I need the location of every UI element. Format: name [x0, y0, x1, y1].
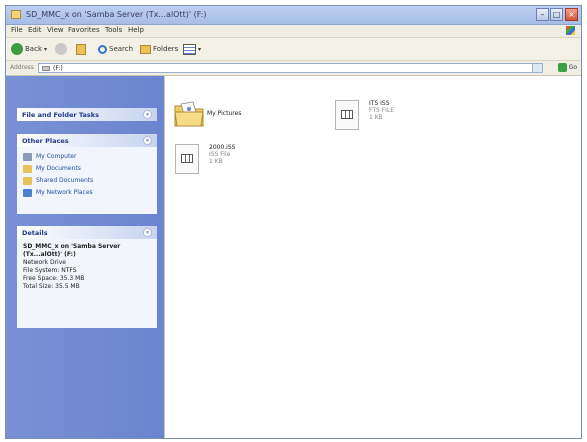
- window-title: SD_MMC_x on 'Samba Server (Tx...alOtt)' …: [26, 10, 207, 19]
- back-button[interactable]: Back ▾: [11, 42, 47, 56]
- address-input[interactable]: (F:): [38, 63, 543, 73]
- details-type: Network Drive: [23, 259, 66, 266]
- search-button[interactable]: Search: [98, 42, 133, 56]
- file-item-2000-iss[interactable]: 2000.iSS ISS File 1 KB: [175, 144, 285, 176]
- computer-icon: [23, 153, 32, 161]
- title-bar[interactable]: SD_MMC_x on 'Samba Server (Tx...alOtt)' …: [6, 6, 581, 25]
- details-body: SD_MMC_x on 'Samba Server (Tx...alOtt)' …: [17, 239, 157, 295]
- chevron-down-icon: ▾: [44, 45, 48, 53]
- details-panel: Details « SD_MMC_x on 'Samba Server (Tx.…: [17, 226, 157, 328]
- file-name: My Pictures: [207, 110, 242, 117]
- details-total-size: Total Size: 35.5 MB: [23, 283, 80, 290]
- details-file-system: File System: NTFS: [23, 267, 77, 274]
- document-icon: [335, 100, 359, 130]
- views-icon: [183, 43, 196, 55]
- folders-label: Folders: [153, 45, 179, 53]
- file-type: FTS FILE: [369, 107, 395, 114]
- pictures-folder-icon: [174, 101, 204, 127]
- collapse-chevron-icon[interactable]: «: [143, 136, 152, 145]
- menu-edit[interactable]: Edit: [28, 26, 42, 34]
- go-button[interactable]: Go: [557, 63, 577, 72]
- menu-favorites[interactable]: Favorites: [68, 26, 100, 34]
- file-folder-tasks-header[interactable]: File and Folder Tasks »: [17, 108, 157, 121]
- file-list-area[interactable]: My Pictures ITS ISS FTS FILE 1 KB 2000.i…: [164, 76, 581, 438]
- other-place-network-places[interactable]: My Network Places: [17, 187, 157, 199]
- file-info: 2000.iSS ISS File 1 KB: [209, 144, 235, 165]
- address-dropdown-button[interactable]: [532, 64, 542, 72]
- network-icon: [23, 189, 32, 197]
- search-icon: [98, 44, 107, 54]
- up-button[interactable]: [76, 42, 86, 56]
- other-place-label: My Documents: [36, 165, 81, 172]
- file-name: ITS ISS: [369, 100, 390, 107]
- toolbar: Back ▾ Search Folders ▾: [6, 38, 581, 61]
- chevron-down-icon: ▾: [198, 45, 202, 53]
- document-icon: [175, 144, 199, 174]
- address-value: (F:): [53, 65, 63, 72]
- other-place-label: My Computer: [36, 153, 77, 160]
- views-button[interactable]: ▾: [183, 42, 201, 56]
- go-arrow-icon: [557, 63, 567, 72]
- details-header[interactable]: Details «: [17, 226, 157, 239]
- shared-folder-icon: [23, 177, 32, 185]
- folders-button[interactable]: Folders: [140, 42, 178, 56]
- task-pane: File and Folder Tasks » Other Places « M…: [6, 76, 164, 438]
- menu-help[interactable]: Help: [128, 26, 144, 34]
- documents-folder-icon: [23, 165, 32, 173]
- collapse-chevron-icon[interactable]: «: [143, 228, 152, 237]
- other-place-my-documents[interactable]: My Documents: [17, 163, 157, 175]
- other-places-header[interactable]: Other Places «: [17, 134, 157, 147]
- minimize-button[interactable]: –: [536, 8, 549, 21]
- file-item-its-iss[interactable]: ITS ISS FTS FILE 1 KB: [335, 100, 455, 132]
- file-name: 2000.iSS: [209, 144, 236, 151]
- file-item-my-pictures[interactable]: My Pictures: [173, 100, 283, 132]
- drive-icon: [11, 10, 21, 19]
- menu-view[interactable]: View: [47, 26, 64, 34]
- forward-button[interactable]: [55, 42, 67, 56]
- search-label: Search: [109, 45, 134, 53]
- file-type: ISS File: [209, 151, 231, 158]
- file-info: ITS ISS FTS FILE 1 KB: [369, 100, 394, 121]
- details-free-space: Free Space: 35.3 MB: [23, 275, 85, 282]
- go-label: Go: [568, 64, 577, 71]
- other-places-title: Other Places: [22, 137, 69, 145]
- back-arrow-icon: [11, 43, 23, 55]
- other-place-label: My Network Places: [36, 189, 93, 196]
- folders-icon: [140, 44, 151, 54]
- menu-bar: File Edit View Favorites Tools Help: [6, 25, 581, 38]
- expand-chevron-icon[interactable]: »: [143, 110, 152, 119]
- back-label: Back: [25, 45, 42, 53]
- forward-arrow-icon: [55, 43, 67, 55]
- file-folder-tasks-panel: File and Folder Tasks »: [17, 108, 157, 121]
- file-size: 1 KB: [209, 158, 223, 165]
- windows-logo-icon: [566, 26, 575, 35]
- explorer-window: SD_MMC_x on 'Samba Server (Tx...alOtt)' …: [5, 5, 582, 439]
- drive-icon: [42, 66, 50, 71]
- other-place-shared-documents[interactable]: Shared Documents: [17, 175, 157, 187]
- file-size: 1 KB: [369, 114, 383, 121]
- other-place-label: Shared Documents: [36, 177, 94, 184]
- details-title: Details: [22, 229, 48, 237]
- menu-file[interactable]: File: [11, 26, 23, 34]
- close-button[interactable]: ×: [565, 8, 578, 21]
- maximize-button[interactable]: □: [550, 8, 563, 21]
- details-name: SD_MMC_x on 'Samba Server (Tx...alOtt)' …: [23, 243, 121, 258]
- other-places-panel: Other Places « My Computer My Documents …: [17, 134, 157, 214]
- other-place-my-computer[interactable]: My Computer: [17, 151, 157, 163]
- file-folder-tasks-title: File and Folder Tasks: [22, 111, 99, 119]
- menu-tools[interactable]: Tools: [105, 26, 122, 34]
- address-bar: Address (F:) Go: [6, 61, 581, 76]
- address-label: Address: [10, 64, 34, 71]
- folder-up-icon: [76, 43, 86, 55]
